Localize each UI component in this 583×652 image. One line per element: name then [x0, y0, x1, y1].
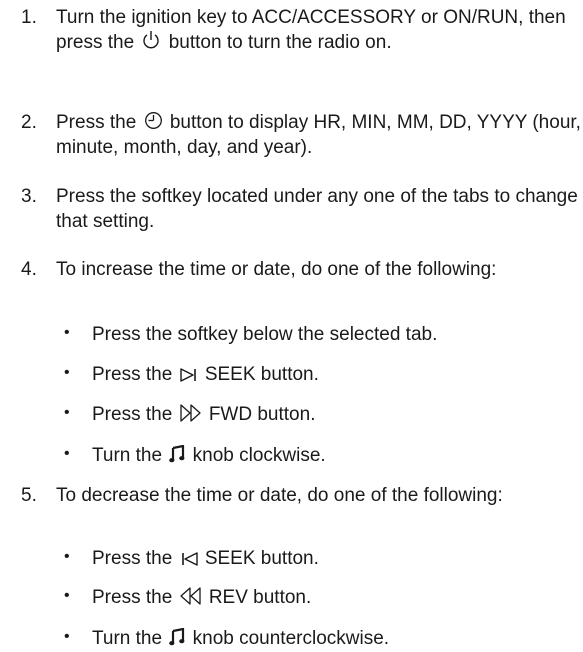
- bullet-text-before: Turn the: [92, 445, 163, 466]
- bullet-text-after: FWD button.: [208, 404, 316, 425]
- bullet-text: Press the FWD button.: [92, 402, 579, 427]
- bullet-marker: •: [64, 324, 70, 341]
- list-item: • Press the SEEK button.: [64, 362, 579, 387]
- power-icon: [141, 30, 161, 50]
- step-number: 1.: [21, 7, 37, 28]
- bullet-text-after: knob counterclockwise.: [192, 628, 390, 649]
- bullet-marker: •: [64, 587, 70, 604]
- step-text: Press the button to display HR, MIN, MM,…: [56, 110, 581, 160]
- bullet-marker: •: [64, 548, 70, 565]
- bullet-marker: •: [64, 364, 70, 381]
- list-item: • Press the SEEK button.: [64, 546, 579, 571]
- list-item: • Press the softkey below the selected t…: [64, 322, 579, 347]
- list-item: • Press the FWD button.: [64, 402, 579, 427]
- step-1: 1. Turn the ignition key to ACC/ACCESSOR…: [21, 5, 581, 55]
- bullet-marker: •: [64, 404, 70, 421]
- seek-back-icon: [180, 552, 198, 566]
- list-item: • Turn the knob clockwise.: [64, 443, 579, 468]
- step-5: 5. To decrease the time or date, do one …: [21, 483, 581, 508]
- step-text-before: Press the: [56, 112, 137, 133]
- bullet-text: Press the softkey below the selected tab…: [92, 324, 438, 345]
- bullet-marker: •: [64, 445, 70, 462]
- step-text-after: button to turn the radio on.: [168, 32, 392, 53]
- step-text: To decrease the time or date, do one of …: [56, 485, 503, 506]
- rewind-icon: [179, 587, 202, 605]
- step-text: To increase the time or date, do one of …: [56, 259, 497, 280]
- bullet-text-before: Press the: [92, 364, 173, 385]
- step-number: 5.: [21, 485, 37, 506]
- bullet-text-before: Turn the: [92, 628, 163, 649]
- step-text: Turn the ignition key to ACC/ACCESSORY o…: [56, 5, 581, 55]
- step-4: 4. To increase the time or date, do one …: [21, 257, 581, 282]
- bullet-text-before: Press the: [92, 404, 173, 425]
- clock-icon: [144, 111, 163, 130]
- fast-forward-icon: [179, 404, 202, 422]
- instructions-page: 1. Turn the ignition key to ACC/ACCESSOR…: [0, 0, 583, 652]
- seek-forward-icon: [179, 368, 198, 382]
- list-item: • Press the REV button.: [64, 585, 579, 610]
- bullet-text-after: SEEK button.: [204, 548, 319, 569]
- bullet-text: Press the SEEK button.: [92, 362, 579, 387]
- bullet-text: Turn the knob counterclockwise.: [92, 626, 579, 651]
- music-note-icon: [169, 628, 185, 646]
- step-text: Press the softkey located under any one …: [56, 186, 578, 232]
- music-note-icon: [169, 445, 185, 463]
- step-2: 2. Press the button to display HR, MIN, …: [21, 110, 581, 160]
- step-number: 3.: [21, 186, 37, 207]
- bullet-text: Press the REV button.: [92, 585, 579, 610]
- bullet-text: Turn the knob clockwise.: [92, 443, 579, 468]
- bullet-text-before: Press the: [92, 548, 173, 569]
- bullet-marker: •: [64, 628, 70, 645]
- bullet-text: Press the SEEK button.: [92, 546, 579, 571]
- step-3: 3. Press the softkey located under any o…: [21, 184, 581, 234]
- bullet-text-before: Press the: [92, 587, 173, 608]
- step-number: 4.: [21, 259, 37, 280]
- bullet-text-after: SEEK button.: [204, 364, 319, 385]
- step-number: 2.: [21, 112, 37, 133]
- bullet-text-after: REV button.: [208, 587, 312, 608]
- bullet-text-after: knob clockwise.: [192, 445, 326, 466]
- list-item: • Turn the knob counterclockwise.: [64, 626, 579, 651]
